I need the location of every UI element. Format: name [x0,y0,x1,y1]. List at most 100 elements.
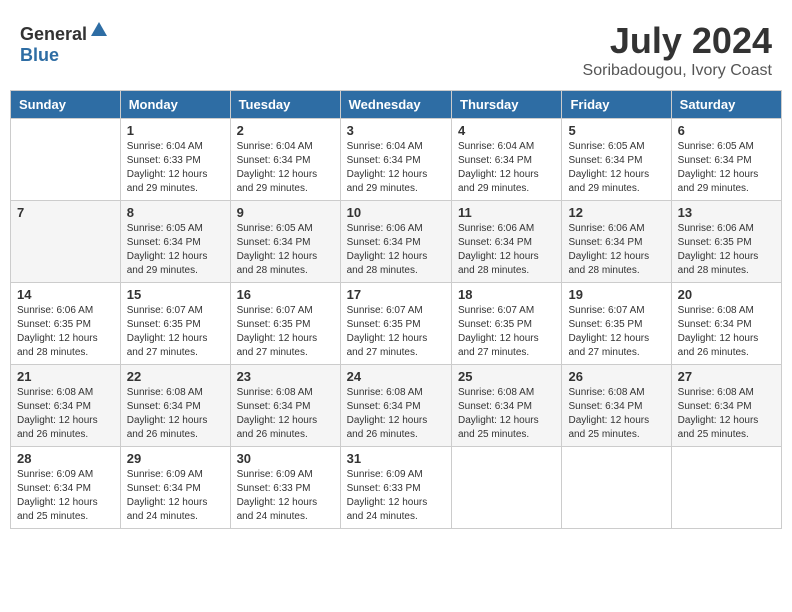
calendar-cell [452,447,562,529]
calendar-cell: 16 Sunrise: 6:07 AM Sunset: 6:35 PM Dayli… [230,283,340,365]
calendar-week-row: 1 Sunrise: 6:04 AM Sunset: 6:33 PM Daylig… [11,119,782,201]
day-info: Sunrise: 6:04 AM Sunset: 6:33 PM Dayligh… [127,140,224,196]
day-number: 8 [127,205,224,220]
calendar-cell [11,119,121,201]
calendar-header-monday: Monday [120,91,230,119]
day-info: Sunrise: 6:07 AM Sunset: 6:35 PM Dayligh… [458,304,555,360]
day-number: 6 [678,123,775,138]
day-info: Sunrise: 6:07 AM Sunset: 6:35 PM Dayligh… [127,304,224,360]
calendar-header-saturday: Saturday [671,91,781,119]
calendar-cell: 9Sunrise: 6:05 AM Sunset: 6:34 PM Daylig… [230,201,340,283]
page-header: General Blue July 2024 Soribadougou, Ivo… [10,10,782,85]
calendar-cell: 21 Sunrise: 6:08 AM Sunset: 6:34 PM Dayli… [11,365,121,447]
calendar-cell: 1 Sunrise: 6:04 AM Sunset: 6:33 PM Daylig… [120,119,230,201]
day-number: 5 [568,123,664,138]
day-number: 28 [17,451,114,466]
day-info: Sunrise: 6:05 AM Sunset: 6:34 PM Dayligh… [568,140,664,196]
day-number: 11 [458,205,555,220]
calendar-cell: 27 Sunrise: 6:08 AM Sunset: 6:34 PM Dayli… [671,365,781,447]
logo-blue: Blue [20,45,59,65]
day-number: 18 [458,287,555,302]
day-number: 3 [347,123,445,138]
day-number: 1 [127,123,224,138]
day-number: 7 [17,205,114,220]
day-info: Sunrise: 6:06 AM Sunset: 6:34 PM Dayligh… [347,222,445,278]
day-info: Sunrise: 6:09 AM Sunset: 6:34 PM Dayligh… [127,468,224,524]
calendar-cell: 29Sunrise: 6:09 AM Sunset: 6:34 PM Dayli… [120,447,230,529]
calendar-cell: 25 Sunrise: 6:08 AM Sunset: 6:34 PM Dayli… [452,365,562,447]
day-number: 23 [237,369,334,384]
day-info: Sunrise: 6:04 AM Sunset: 6:34 PM Dayligh… [237,140,334,196]
day-number: 21 [17,369,114,384]
calendar-week-row: 28 Sunrise: 6:09 AM Sunset: 6:34 PM Dayli… [11,447,782,529]
day-number: 17 [347,287,445,302]
day-info: Sunrise: 6:06 AM Sunset: 6:34 PM Dayligh… [458,222,555,278]
month-year-title: July 2024 [583,20,772,62]
logo: General Blue [20,20,109,66]
calendar-cell [562,447,671,529]
calendar-week-row: 78 Sunrise: 6:05 AM Sunset: 6:34 PM Dayli… [11,201,782,283]
day-info: Sunrise: 6:04 AM Sunset: 6:34 PM Dayligh… [458,140,555,196]
calendar-cell: 12Sunrise: 6:06 AM Sunset: 6:34 PM Dayli… [562,201,671,283]
calendar-cell: 11 Sunrise: 6:06 AM Sunset: 6:34 PM Dayli… [452,201,562,283]
location-subtitle: Soribadougou, Ivory Coast [583,62,772,80]
day-info: Sunrise: 6:06 AM Sunset: 6:35 PM Dayligh… [678,222,775,278]
calendar-cell: 19 Sunrise: 6:07 AM Sunset: 6:35 PM Dayli… [562,283,671,365]
calendar-table: SundayMondayTuesdayWednesdayThursdayFrid… [10,90,782,529]
day-info: Sunrise: 6:06 AM Sunset: 6:35 PM Dayligh… [17,304,114,360]
day-number: 22 [127,369,224,384]
day-number: 30 [237,451,334,466]
calendar-cell: 28 Sunrise: 6:09 AM Sunset: 6:34 PM Dayli… [11,447,121,529]
calendar-cell: 31 Sunrise: 6:09 AM Sunset: 6:33 PM Dayli… [340,447,451,529]
day-info: Sunrise: 6:06 AM Sunset: 6:34 PM Dayligh… [568,222,664,278]
calendar-week-row: 21 Sunrise: 6:08 AM Sunset: 6:34 PM Dayli… [11,365,782,447]
day-number: 25 [458,369,555,384]
calendar-header-sunday: Sunday [11,91,121,119]
day-info: Sunrise: 6:09 AM Sunset: 6:34 PM Dayligh… [17,468,114,524]
calendar-cell: 2 Sunrise: 6:04 AM Sunset: 6:34 PM Daylig… [230,119,340,201]
day-info: Sunrise: 6:05 AM Sunset: 6:34 PM Dayligh… [237,222,334,278]
day-info: Sunrise: 6:08 AM Sunset: 6:34 PM Dayligh… [678,304,775,360]
day-number: 19 [568,287,664,302]
day-number: 2 [237,123,334,138]
calendar-cell: 10 Sunrise: 6:06 AM Sunset: 6:34 PM Dayli… [340,201,451,283]
calendar-cell: 23Sunrise: 6:08 AM Sunset: 6:34 PM Dayli… [230,365,340,447]
calendar-cell: 26Sunrise: 6:08 AM Sunset: 6:34 PM Dayli… [562,365,671,447]
calendar-cell: 6 Sunrise: 6:05 AM Sunset: 6:34 PM Daylig… [671,119,781,201]
calendar-cell: 24Sunrise: 6:08 AM Sunset: 6:34 PM Dayli… [340,365,451,447]
calendar-cell: 7 [11,201,121,283]
calendar-header-thursday: Thursday [452,91,562,119]
day-number: 27 [678,369,775,384]
calendar-cell: 3 Sunrise: 6:04 AM Sunset: 6:34 PM Daylig… [340,119,451,201]
day-info: Sunrise: 6:08 AM Sunset: 6:34 PM Dayligh… [17,386,114,442]
calendar-header-tuesday: Tuesday [230,91,340,119]
day-number: 31 [347,451,445,466]
title-area: July 2024 Soribadougou, Ivory Coast [583,20,772,80]
calendar-header-friday: Friday [562,91,671,119]
day-number: 14 [17,287,114,302]
day-number: 15 [127,287,224,302]
day-info: Sunrise: 6:05 AM Sunset: 6:34 PM Dayligh… [127,222,224,278]
calendar-cell: 17 Sunrise: 6:07 AM Sunset: 6:35 PM Dayli… [340,283,451,365]
day-info: Sunrise: 6:07 AM Sunset: 6:35 PM Dayligh… [568,304,664,360]
calendar-cell: 22 Sunrise: 6:08 AM Sunset: 6:34 PM Dayli… [120,365,230,447]
day-info: Sunrise: 6:08 AM Sunset: 6:34 PM Dayligh… [458,386,555,442]
calendar-cell: 8 Sunrise: 6:05 AM Sunset: 6:34 PM Daylig… [120,201,230,283]
calendar-cell: 18 Sunrise: 6:07 AM Sunset: 6:35 PM Dayli… [452,283,562,365]
day-info: Sunrise: 6:08 AM Sunset: 6:34 PM Dayligh… [127,386,224,442]
logo-icon [89,20,109,40]
calendar-header-wednesday: Wednesday [340,91,451,119]
day-info: Sunrise: 6:08 AM Sunset: 6:34 PM Dayligh… [678,386,775,442]
day-number: 10 [347,205,445,220]
day-info: Sunrise: 6:04 AM Sunset: 6:34 PM Dayligh… [347,140,445,196]
day-info: Sunrise: 6:07 AM Sunset: 6:35 PM Dayligh… [347,304,445,360]
day-number: 16 [237,287,334,302]
day-number: 4 [458,123,555,138]
calendar-cell: 14 Sunrise: 6:06 AM Sunset: 6:35 PM Dayli… [11,283,121,365]
day-info: Sunrise: 6:09 AM Sunset: 6:33 PM Dayligh… [347,468,445,524]
day-number: 20 [678,287,775,302]
day-info: Sunrise: 6:07 AM Sunset: 6:35 PM Dayligh… [237,304,334,360]
calendar-cell: 13Sunrise: 6:06 AM Sunset: 6:35 PM Dayli… [671,201,781,283]
day-number: 24 [347,369,445,384]
day-info: Sunrise: 6:05 AM Sunset: 6:34 PM Dayligh… [678,140,775,196]
